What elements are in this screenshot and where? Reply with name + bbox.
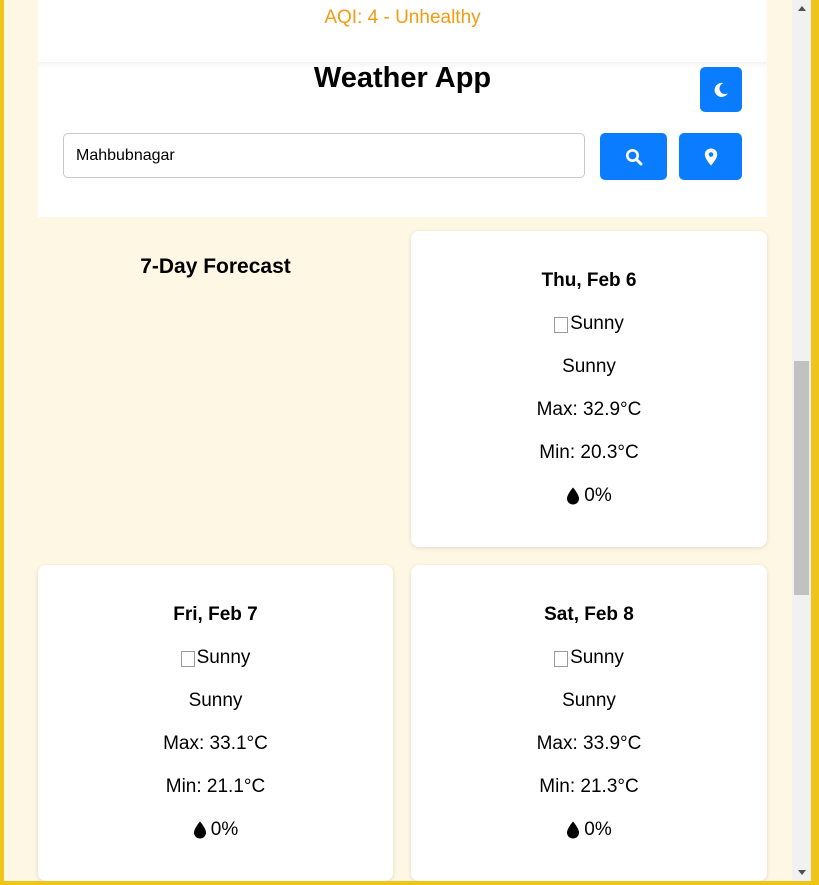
precip-value: 0% — [584, 819, 612, 840]
forecast-precip: 0% — [411, 485, 767, 511]
forecast-min: Min: 20.3°C — [539, 442, 639, 463]
map-pin-icon — [704, 148, 717, 165]
image-alt-text: Sunny — [570, 313, 624, 334]
scroll-down-button[interactable] — [792, 864, 811, 881]
current-location-button[interactable] — [679, 133, 742, 180]
forecast-max: Max: 33.9°C — [536, 733, 642, 754]
forecast-precip: 0% — [38, 819, 393, 845]
app-viewport: AQI: 4 - Unhealthy Weather App 7-Day For… — [4, 0, 792, 881]
droplet-icon — [193, 821, 206, 839]
forecast-min: Min: 21.3°C — [539, 776, 639, 797]
theme-toggle-button[interactable] — [700, 67, 742, 112]
forecast-title: 7-Day Forecast — [140, 255, 291, 278]
forecast-image: Sunny — [411, 313, 767, 338]
forecast-condition: Sunny — [188, 690, 243, 711]
forecast-condition: Sunny — [562, 690, 616, 711]
window-border-bottom — [0, 881, 819, 885]
window-border-right — [811, 0, 819, 885]
forecast-card: Thu, Feb 6 Sunny Sunny Max: 32.9°C Min: … — [411, 231, 767, 547]
aqi-status: AQI: 4 - Unhealthy — [324, 7, 481, 28]
forecast-card: Sat, Feb 8 Sunny Sunny Max: 33.9°C Min: … — [411, 565, 767, 881]
arrow-up-icon — [797, 6, 806, 11]
forecast-max: Max: 32.9°C — [536, 399, 642, 420]
scroll-thumb[interactable] — [794, 361, 809, 595]
forecast-max: Max: 33.1°C — [163, 733, 268, 754]
forecast-day: Fri, Feb 7 — [173, 604, 258, 625]
search-icon — [625, 148, 642, 165]
forecast-card: Fri, Feb 7 Sunny Sunny Max: 33.1°C Min: … — [38, 565, 393, 881]
search-button[interactable] — [600, 133, 667, 180]
forecast-precip: 0% — [411, 819, 767, 845]
scroll-up-button[interactable] — [792, 0, 811, 17]
header-panel — [38, 0, 767, 217]
forecast-day: Sat, Feb 8 — [544, 604, 634, 625]
image-alt-text: Sunny — [570, 647, 624, 668]
precip-value: 0% — [584, 485, 612, 506]
broken-image-icon — [554, 651, 569, 667]
broken-image-icon — [180, 651, 195, 667]
forecast-min: Min: 21.1°C — [165, 776, 266, 797]
droplet-icon — [567, 821, 580, 839]
broken-image-icon — [554, 317, 569, 333]
city-search-input[interactable] — [63, 133, 585, 178]
forecast-condition: Sunny — [562, 356, 616, 377]
moon-icon — [714, 82, 728, 97]
forecast-day: Thu, Feb 6 — [541, 270, 637, 291]
image-alt-text: Sunny — [196, 647, 251, 668]
droplet-icon — [567, 487, 580, 505]
forecast-image: Sunny — [38, 647, 393, 672]
page-title: Weather App — [313, 62, 492, 94]
vertical-scrollbar[interactable] — [792, 0, 811, 881]
forecast-image: Sunny — [411, 647, 767, 672]
arrow-down-icon — [797, 870, 806, 875]
precip-value: 0% — [210, 819, 239, 840]
